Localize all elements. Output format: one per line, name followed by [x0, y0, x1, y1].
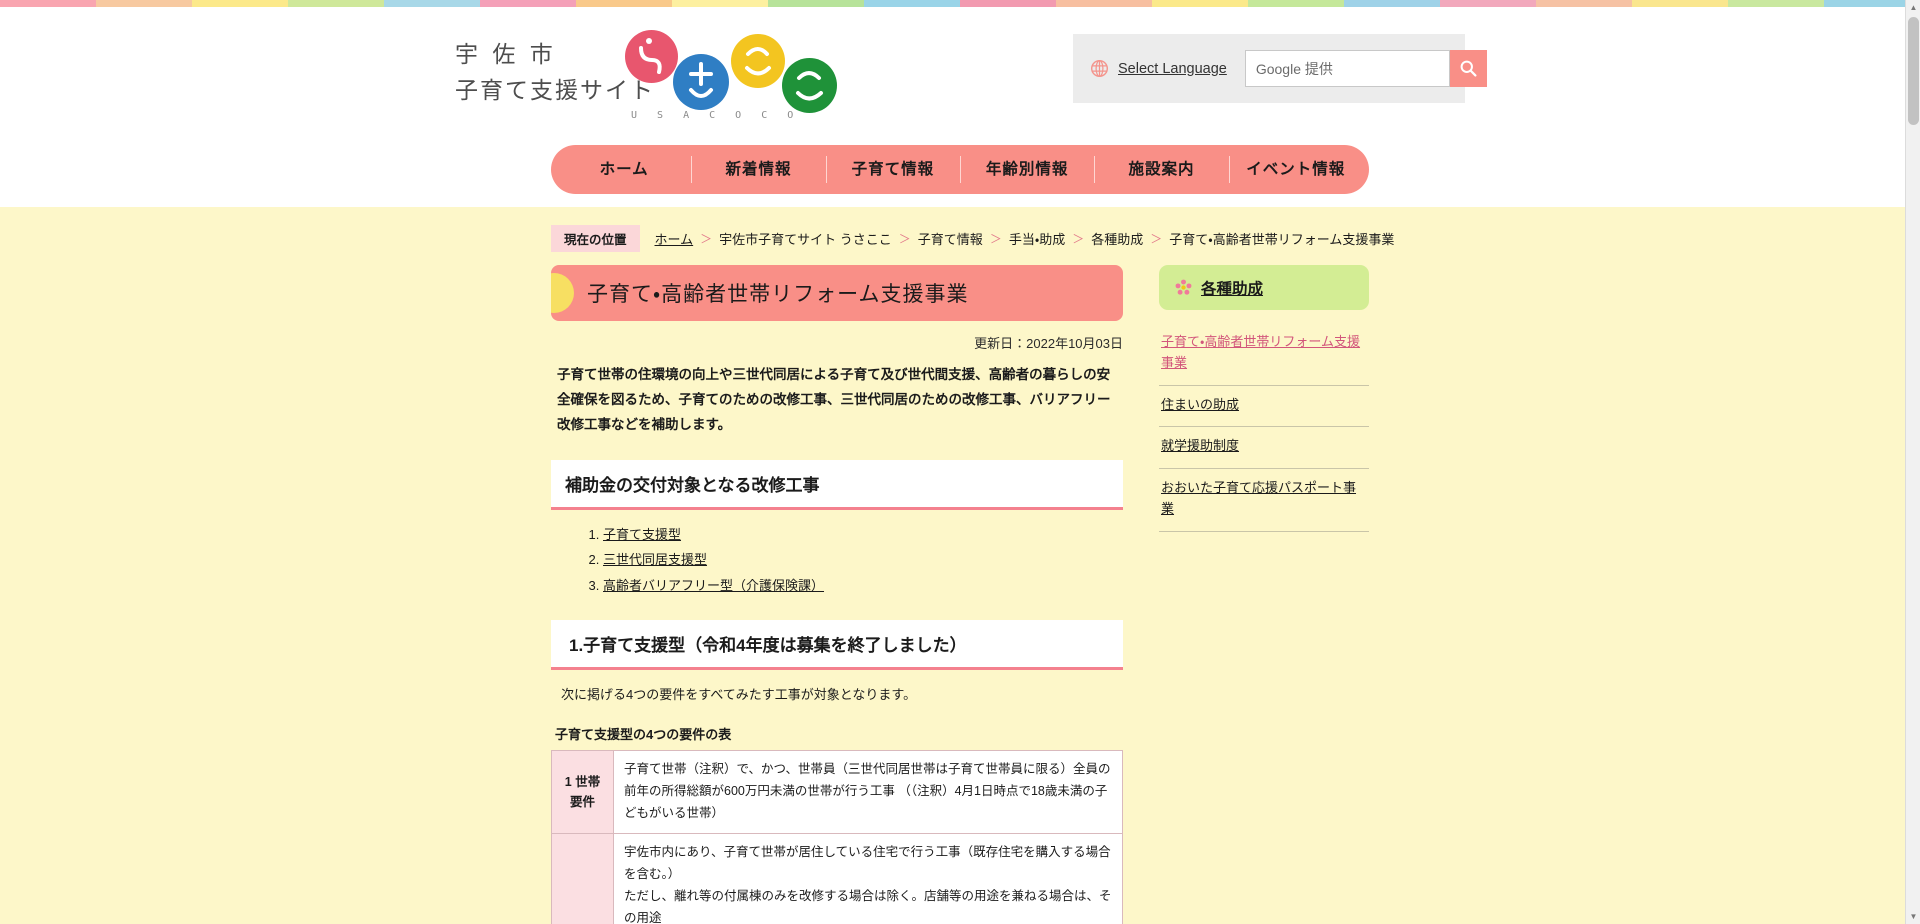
table-cell-requirement: 宇佐市内にあり、子育て世帯が居住している住宅で行う工事（既存住宅を購入する場合を…: [613, 832, 1123, 924]
breadcrumb: 現在の位置 ホーム ＞ 宇佐市子育てサイト うさここ ＞ 子育て情報 ＞ 手当・助成 ＞ 各種助成…: [551, 224, 1394, 252]
breadcrumb-item: 宇佐市子育てサイト うさここ: [719, 231, 892, 247]
color-strip-segment: [768, 0, 864, 7]
decorative-color-strip: [0, 0, 1920, 7]
logo-face-blue-icon: [673, 54, 729, 110]
target-work-link[interactable]: 三世代同居支援型: [603, 552, 707, 567]
page-root: 宇 佐 市 子育て支援サイト U S A C O C O Select Lang…: [0, 0, 1920, 924]
color-strip-segment: [1248, 0, 1344, 7]
breadcrumb-item: 各種助成: [1091, 231, 1144, 247]
color-strip-segment: [96, 0, 192, 7]
flower-icon: [1175, 279, 1192, 296]
logo-wordmark: U S A C O C O: [631, 110, 801, 121]
scroll-down-arrow[interactable]: ▼: [1906, 909, 1920, 924]
nav-home[interactable]: ホーム: [557, 145, 691, 194]
color-strip-segment: [1344, 0, 1440, 7]
table-caption: 子育て支援型の4つの要件の表: [555, 727, 732, 743]
main-navigation: ホーム 新着情報 子育て情報 年齢別情報 施設案内 イベント情報: [551, 145, 1369, 194]
language-selector[interactable]: Select Language: [1090, 59, 1227, 78]
content-area: 現在の位置 ホーム ＞ 宇佐市子育てサイト うさここ ＞ 子育て情報 ＞ 手当・助成 ＞ 各種助成…: [0, 207, 1920, 924]
sidebar: 各種助成 子育て・高齢者世帯リフォーム支援事業 住まいの助成 就学援助制度 おおいた子…: [1159, 265, 1369, 532]
nav-news[interactable]: 新着情報: [691, 145, 825, 194]
site-search: [1244, 50, 1487, 87]
breadcrumb-separator: ＞: [989, 231, 1002, 246]
color-strip-segment: [1056, 0, 1152, 7]
section-heading-target-works: 補助金の交付対象となる改修工事: [551, 459, 1123, 510]
color-strip-segment: [576, 0, 672, 7]
page-title: 子育て・高齢者世帯リフォーム支援事業: [587, 283, 969, 306]
breadcrumb-separator: ＞: [898, 231, 911, 246]
color-strip-segment: [480, 0, 576, 7]
color-strip-segment: [960, 0, 1056, 7]
color-strip-segment: [0, 0, 96, 7]
color-strip-segment: [672, 0, 768, 7]
usacoco-logo[interactable]: U S A C O C O: [625, 22, 875, 127]
breadcrumb-badge: 現在の位置: [551, 224, 640, 252]
sidebar-link[interactable]: 子育て・高齢者世帯リフォーム支援事業: [1159, 323, 1369, 386]
logo-face-green-icon: [782, 58, 837, 113]
color-strip-segment: [1728, 0, 1824, 7]
breadcrumb-separator: ＞: [1150, 231, 1163, 246]
target-work-link[interactable]: 子育て支援型: [603, 527, 681, 542]
breadcrumb-separator: ＞: [1072, 231, 1085, 246]
sidebar-link[interactable]: 就学援助制度: [1159, 427, 1369, 470]
nav-by-age[interactable]: 年齢別情報: [959, 145, 1094, 194]
breadcrumb-item[interactable]: ホーム: [655, 229, 694, 248]
color-strip-segment: [384, 0, 480, 7]
nav-childcare[interactable]: 子育て情報: [825, 145, 960, 194]
color-strip-segment: [1536, 0, 1632, 7]
lead-paragraph: 子育て世帯の住環境の向上や三世代同居による子育て及び世代間支援、高齢者の暮らしの…: [557, 367, 1111, 432]
table-row: 宇佐市内にあり、子育て世帯が居住している住宅で行う工事（既存住宅を購入する場合を…: [551, 832, 1123, 924]
nav-events[interactable]: イベント情報: [1228, 145, 1363, 194]
globe-icon: [1090, 59, 1109, 78]
sidebar-title[interactable]: 各種助成: [1201, 277, 1263, 299]
table-row-header: 1 世帯 要件: [551, 750, 614, 834]
logo-face-yellow-icon: [731, 34, 785, 88]
breadcrumb-item: 子育て情報: [917, 231, 983, 247]
main-column: 子育て・高齢者世帯リフォーム支援事業 更新日：2022年10月03日 子育て世帯…: [551, 265, 1123, 924]
color-strip-segment: [288, 0, 384, 7]
scroll-up-arrow[interactable]: ▲: [1906, 0, 1920, 15]
sidebar-link[interactable]: 住まいの助成: [1159, 386, 1369, 428]
search-input[interactable]: [1244, 50, 1450, 87]
nav-facilities[interactable]: 施設案内: [1094, 145, 1228, 194]
scroll-thumb[interactable]: [1908, 17, 1919, 125]
main-navigation-zone: ホーム 新着情報 子育て情報 年齢別情報 施設案内 イベント情報: [0, 145, 1920, 207]
color-strip-segment: [1632, 0, 1728, 7]
search-icon: [1460, 60, 1477, 77]
table-row-header: [551, 832, 614, 924]
page-scrollbar[interactable]: ▲ ▼: [1905, 0, 1920, 924]
requirements-table: 1 世帯 要件 子育て世帯（注釈）で、かつ、世帯員（三世代同居世帯は子育て世帯員に限…: [551, 750, 1123, 924]
target-work-list: 子育て支援型三世代同居支援型高齢者バリアフリー型（介護保険課）: [551, 522, 1123, 598]
header-utility-bar: Select Language: [1073, 34, 1487, 103]
target-work-item[interactable]: 子育て支援型: [603, 522, 1123, 547]
target-work-item[interactable]: 三世代同居支援型: [603, 547, 1123, 572]
breadcrumb-item: 手当・助成: [1008, 231, 1066, 247]
section2-paragraph: 次に掲げる4つの要件をすべてみたす工事が対象となります。: [561, 686, 917, 702]
target-work-link[interactable]: 高齢者バリアフリー型（介護保険課）: [603, 578, 824, 593]
color-strip-segment: [1440, 0, 1536, 7]
color-strip-segment: [864, 0, 960, 7]
sidebar-link[interactable]: おおいた子育て応援パスポート事業: [1159, 469, 1369, 532]
breadcrumb-separator: ＞: [700, 231, 713, 246]
sidebar-header[interactable]: 各種助成: [1159, 265, 1369, 310]
target-work-item[interactable]: 高齢者バリアフリー型（介護保険課）: [603, 573, 1123, 598]
logo-face-pink-icon: [625, 30, 678, 83]
sidebar-link-list: 子育て・高齢者世帯リフォーム支援事業 住まいの助成 就学援助制度 おおいた子育て応援パ…: [1159, 323, 1369, 532]
updated-date: 更新日：2022年10月03日: [974, 336, 1123, 351]
site-header: 宇 佐 市 子育て支援サイト U S A C O C O Select Lang…: [0, 7, 1920, 145]
table-cell-requirement: 子育て世帯（注釈）で、かつ、世帯員（三世代同居世帯は子育て世帯員に限る）全員の前…: [613, 750, 1123, 834]
select-language-link[interactable]: Select Language: [1118, 61, 1227, 77]
search-button[interactable]: [1449, 50, 1487, 87]
color-strip-segment: [1152, 0, 1248, 7]
table-row: 1 世帯 要件 子育て世帯（注釈）で、かつ、世帯員（三世代同居世帯は子育て世帯員に限…: [551, 750, 1123, 834]
color-strip-segment: [192, 0, 288, 7]
section-heading-childcare-type: 1.子育て支援型（令和4年度は募集を終了しました）: [551, 619, 1123, 670]
breadcrumb-item: 子育て・高齢者世帯リフォーム支援事業: [1169, 231, 1395, 247]
page-title-banner: 子育て・高齢者世帯リフォーム支援事業: [551, 265, 1123, 321]
